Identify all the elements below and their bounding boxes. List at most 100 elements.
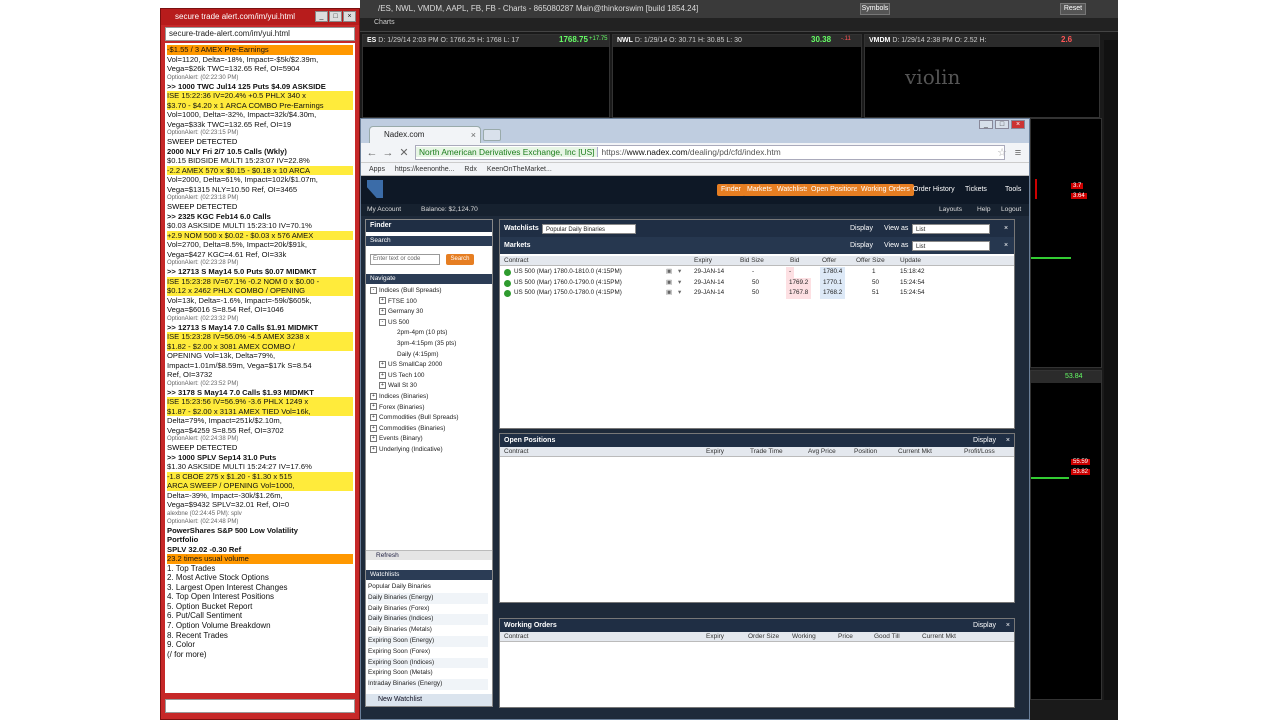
new-tab-button[interactable] [483, 129, 501, 141]
maximize-button[interactable]: □ [329, 11, 342, 22]
tree-item[interactable]: + Underlying (Indicative) [368, 445, 490, 456]
ev-certificate-label[interactable]: North American Derivatives Exchange, Inc… [416, 147, 599, 157]
menu-working-orders[interactable]: Working Orders [857, 184, 914, 196]
menu-order-history[interactable]: Order History [909, 184, 959, 196]
tree-item[interactable]: + Germany 30 [368, 307, 490, 318]
chrome-window[interactable]: Nadex.com × _ □ × ← → ✕ North American D… [360, 118, 1030, 720]
row-menu-icon[interactable]: ▾ [678, 288, 681, 299]
market-row[interactable]: US 500 (Mar) 1780.0-1810.0 (4:15PM) 29-JA… [500, 267, 1014, 278]
reset-button[interactable]: Reset [1060, 3, 1086, 15]
ticket-icon[interactable]: ▣ [666, 278, 672, 289]
star-icon[interactable]: ☆ [995, 146, 1009, 160]
col-offer-size[interactable]: Offer Size [856, 256, 885, 266]
expand-icon[interactable]: + [370, 445, 377, 453]
alert-menu-item[interactable]: 7. Option Volume Breakdown [167, 621, 353, 631]
col-avg-price[interactable]: Avg Price [808, 447, 836, 457]
tree-item[interactable]: + Forex (Binaries) [368, 403, 490, 414]
tab-close-icon[interactable]: × [471, 127, 476, 143]
display-button[interactable]: Display [973, 619, 996, 632]
market-offer[interactable]: 1770.1 [820, 277, 846, 288]
tree-item[interactable]: + Wall St 30 [368, 381, 490, 392]
market-bid[interactable]: 1767.8 [786, 288, 812, 299]
bookmark-rdx[interactable]: Rdx [464, 166, 476, 173]
forward-arrow-icon[interactable]: → [381, 146, 395, 160]
chart-symbol[interactable]: VMDM [869, 37, 890, 44]
layouts-link[interactable]: Layouts [939, 204, 962, 216]
chart-panel-right-bottom[interactable]: 53.84 55.59 53.82 [1030, 370, 1102, 700]
search-button[interactable]: Search [446, 254, 474, 265]
bookmark-keenonthemarket[interactable]: KeenOnTheMarket... [487, 166, 552, 173]
alert-input[interactable] [165, 699, 355, 713]
market-row[interactable]: US 500 (Mar) 1750.0-1780.0 (4:15PM) 29-JA… [500, 288, 1014, 299]
watchlist-item[interactable]: Popular Daily Binaries [368, 582, 488, 593]
col-expiry[interactable]: Expiry [706, 632, 724, 642]
close-icon[interactable]: × [1006, 619, 1010, 632]
alert-window[interactable]: secure trade alert.com/im/yui.html _ □ ×… [160, 8, 360, 720]
alert-menu-item[interactable]: 1. Top Trades [167, 564, 353, 574]
tree-item[interactable]: 2pm-4pm (10 pts) [368, 328, 490, 339]
close-button[interactable]: × [343, 11, 356, 22]
market-offer[interactable]: 1768.2 [820, 288, 846, 299]
row-menu-icon[interactable]: ▾ [678, 267, 681, 278]
expand-icon[interactable]: + [379, 371, 386, 379]
col-order-size[interactable]: Order Size [748, 632, 779, 642]
col-good-till[interactable]: Good Till [874, 632, 900, 642]
expand-icon[interactable]: + [370, 435, 377, 443]
close-icon[interactable]: × [1004, 220, 1008, 237]
search-input[interactable]: Enter text or code [370, 254, 440, 265]
ticket-icon[interactable]: ▣ [666, 267, 672, 278]
tree-item[interactable]: + Indices (Binaries) [368, 392, 490, 403]
menu-markets[interactable]: Markets [743, 184, 776, 196]
alert-url-field[interactable]: secure-trade-alert.com/im/yui.html [165, 27, 355, 41]
close-icon[interactable]: × [1004, 237, 1008, 254]
col-working[interactable]: Working [792, 632, 816, 642]
tree-item[interactable]: + US SmallCap 2000 [368, 360, 490, 371]
col-current-mkt[interactable]: Current Mkt [898, 447, 932, 457]
tree-item[interactable]: + FTSE 100 [368, 297, 490, 308]
logout-link[interactable]: Logout [1001, 204, 1021, 216]
tree-item[interactable]: + Commodities (Binaries) [368, 424, 490, 435]
market-bid[interactable]: 1769.2 [786, 277, 812, 288]
symbols-button[interactable]: Symbols [860, 3, 890, 15]
minimize-button[interactable]: _ [979, 120, 993, 129]
chart-panel-right-top[interactable]: 3.7 3.64 [1030, 118, 1102, 368]
chart-panel-es[interactable]: ES D: 1/29/14 2:03 PM O: 1766.25 H: 1768… [362, 34, 610, 118]
tree-item[interactable]: + Events (Binary) [368, 434, 490, 445]
tree-item[interactable]: + US Tech 100 [368, 371, 490, 382]
watchlist-item[interactable]: Expiring Soon (Indices) [368, 657, 488, 669]
chart-symbol[interactable]: NWL [617, 37, 633, 44]
alert-menu-item[interactable]: 5. Option Bucket Report [167, 602, 353, 612]
watchlist-item[interactable]: Daily Binaries (Forex) [368, 604, 488, 615]
watchlist-item[interactable]: Expiring Soon (Forex) [368, 647, 488, 658]
collapse-icon[interactable]: - [379, 318, 386, 326]
expand-icon[interactable]: + [370, 424, 377, 432]
alert-menu-item[interactable]: (/ for more) [167, 650, 353, 660]
menu-tools[interactable]: Tools [1001, 184, 1025, 196]
close-icon[interactable]: × [1006, 434, 1010, 447]
collapse-icon[interactable]: - [370, 286, 377, 294]
display-button[interactable]: Display [850, 237, 873, 254]
alert-menu-item[interactable]: 2. Most Active Stock Options [167, 573, 353, 583]
bookmark-apps[interactable]: Apps [369, 166, 385, 173]
expand-icon[interactable]: + [379, 360, 386, 368]
menu-tickets[interactable]: Tickets [961, 184, 991, 196]
col-expiry[interactable]: Expiry [694, 256, 712, 266]
minimize-button[interactable]: _ [315, 11, 328, 22]
expand-icon[interactable]: + [370, 403, 377, 411]
view-as-select[interactable]: List [912, 241, 990, 251]
side-tabs[interactable] [1104, 40, 1118, 700]
col-expiry[interactable]: Expiry [706, 447, 724, 457]
tree-item[interactable]: - US 500 [368, 318, 490, 329]
menu-finder[interactable]: Finder [717, 184, 745, 196]
col-current-mkt[interactable]: Current Mkt [922, 632, 956, 642]
watchlist-item[interactable]: Daily Binaries (Indices) [368, 614, 488, 626]
col-price[interactable]: Price [838, 632, 853, 642]
alert-menu-item[interactable]: 3. Largest Open Interest Changes [167, 583, 353, 593]
watchlist-item[interactable]: Intraday Binaries (Energy) [368, 679, 488, 690]
chart-panel-nwl[interactable]: NWL D: 1/29/14 O: 30.71 H: 30.85 L: 30 3… [612, 34, 862, 118]
expand-icon[interactable]: + [370, 392, 377, 400]
tree-item[interactable]: Daily (4:15pm) [368, 350, 490, 361]
watchlist-item[interactable]: Expiring Soon (Energy) [368, 635, 488, 647]
watchlist-item[interactable]: Daily Binaries (Metals) [368, 625, 488, 636]
alert-menu-item[interactable]: 6. Put/Call Sentiment [167, 611, 353, 621]
